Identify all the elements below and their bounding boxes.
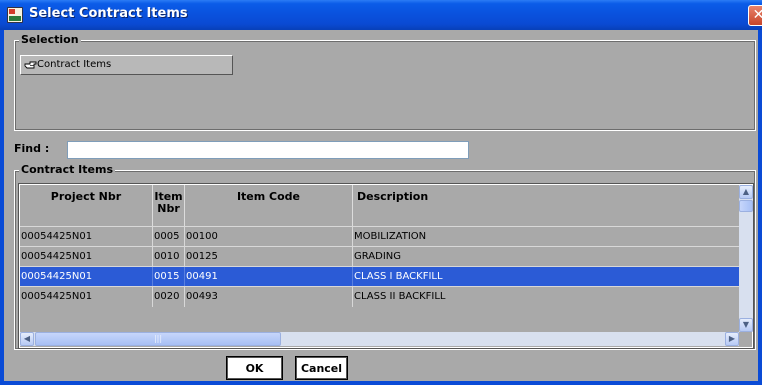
contract-items-button[interactable]: Contract Items <box>20 55 233 75</box>
dialog-body: Selection Contract Items Find : Contract… <box>4 30 758 381</box>
table-row[interactable]: 00054425N01 0005 00100 MOBILIZATION <box>20 226 739 247</box>
cell-description: GRADING <box>354 251 402 262</box>
cell-project-nbr: 00054425N01 <box>20 287 153 307</box>
table-row[interactable]: 00054425N01 0010 00125 GRADING <box>20 246 739 267</box>
cell-project-nbr: 00054425N01 <box>20 247 153 267</box>
horizontal-scrollbar[interactable]: ◀ ||| ▶ <box>20 332 739 346</box>
cell-project-nbr: 00054425N01 <box>20 227 153 247</box>
pointing-hand-icon <box>24 61 37 69</box>
contract-items-group-label: Contract Items <box>19 163 115 176</box>
cell-item-nbr: 0005 <box>153 227 185 247</box>
contract-items-group: Contract Items Project Nbr Item Nbr Item… <box>14 163 756 350</box>
table-row-selected[interactable]: 00054425N01 0015 00491 CLASS I BACKFILL <box>20 266 739 287</box>
cell-item-code: 00493 <box>185 287 353 307</box>
title-bar[interactable]: Select Contract Items ✕ <box>0 0 762 30</box>
selection-group: Selection Contract Items <box>14 33 756 131</box>
column-header-item-code[interactable]: Item Code <box>185 185 353 226</box>
vertical-scrollbar[interactable]: ▲ ▼ <box>739 185 753 332</box>
cell-item-nbr: 0015 <box>153 267 185 287</box>
cell-description: CLASS I BACKFILL <box>354 271 443 282</box>
scroll-down-icon[interactable]: ▼ <box>739 318 753 332</box>
scroll-left-icon[interactable]: ◀ <box>20 332 34 346</box>
cancel-button[interactable]: Cancel <box>295 356 348 380</box>
cell-description: MOBILIZATION <box>354 231 427 242</box>
window-title: Select Contract Items <box>29 6 188 21</box>
selection-group-label: Selection <box>19 33 81 46</box>
contract-items-button-label: Contract Items <box>37 59 112 70</box>
cell-description: CLASS II BACKFILL <box>354 291 446 302</box>
horizontal-scroll-thumb[interactable]: ||| <box>35 332 281 346</box>
cell-item-code: 00100 <box>185 227 353 247</box>
scroll-right-icon[interactable]: ▶ <box>725 332 739 346</box>
find-label: Find : <box>14 142 50 155</box>
grid-header: Project Nbr Item Nbr Item Code Descripti… <box>20 185 739 226</box>
table-row[interactable]: 00054425N01 0020 00493 CLASS II BACKFILL <box>20 286 739 307</box>
contract-items-grid: Project Nbr Item Nbr Item Code Descripti… <box>18 183 754 349</box>
scroll-up-icon[interactable]: ▲ <box>739 185 753 199</box>
column-header-project-nbr[interactable]: Project Nbr <box>20 185 153 226</box>
column-header-description[interactable]: Description <box>353 185 739 226</box>
close-button[interactable]: ✕ <box>748 5 762 26</box>
app-icon <box>7 7 23 23</box>
vertical-scroll-thumb[interactable] <box>739 200 753 212</box>
column-header-item-nbr[interactable]: Item Nbr <box>153 185 185 226</box>
dialog-window: Select Contract Items ✕ Selection Contra… <box>0 0 762 385</box>
ok-button[interactable]: OK <box>226 356 283 380</box>
cell-item-code: 00491 <box>185 267 353 287</box>
cell-project-nbr: 00054425N01 <box>20 267 153 287</box>
find-input[interactable] <box>67 141 469 159</box>
cell-item-nbr: 0020 <box>153 287 185 307</box>
cell-item-code: 00125 <box>185 247 353 267</box>
cell-item-nbr: 0010 <box>153 247 185 267</box>
